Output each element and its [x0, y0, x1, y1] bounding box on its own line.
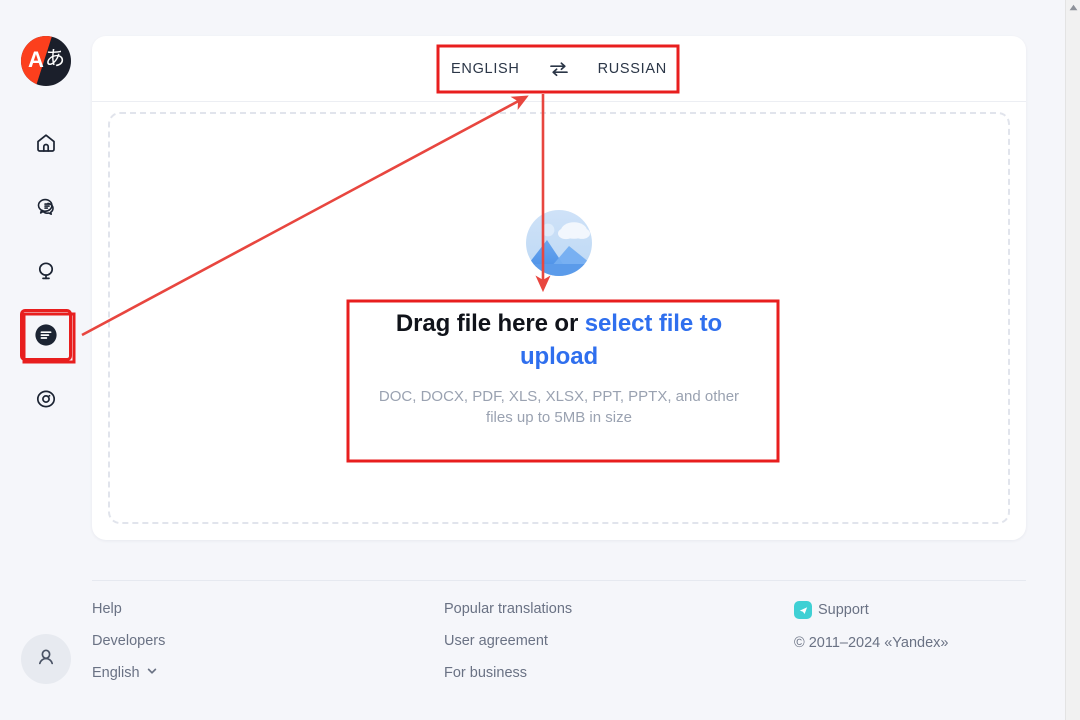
image-landscape-icon	[517, 207, 601, 284]
sidebar-item-document-translation[interactable]	[20, 309, 72, 361]
footer-link-developers[interactable]: Developers	[92, 633, 444, 649]
avatar	[21, 634, 71, 684]
chevron-down-icon	[146, 665, 158, 681]
footer-language-select[interactable]: English	[92, 665, 444, 681]
file-dropzone[interactable]: Drag file here or select file to upload …	[108, 112, 1010, 524]
target-language-button[interactable]: RUSSIAN	[596, 57, 669, 81]
logo-circle: A あ	[21, 36, 71, 86]
logo-japanese-letter: あ	[45, 46, 65, 70]
sidebar-item-home[interactable]	[23, 120, 69, 166]
footer-link-support[interactable]: Support	[794, 601, 1024, 619]
sidebar-item-image-translation[interactable]	[23, 376, 69, 422]
scroll-up-arrow-icon[interactable]	[1066, 0, 1080, 15]
footer-copyright: © 2011–2024 «Yandex»	[794, 635, 949, 651]
account-button[interactable]	[21, 634, 71, 684]
dropzone-title-static: Drag file here or	[395, 310, 585, 338]
globe-site-icon	[34, 259, 58, 283]
logo-latin-letter: A	[28, 47, 44, 72]
footer: Help Developers English Popular translat…	[92, 580, 1026, 681]
app-logo[interactable]: A あ	[21, 36, 71, 86]
footer-column-3: Support © 2011–2024 «Yandex»	[794, 601, 1024, 681]
sidebar-nav	[20, 120, 72, 422]
footer-link-popular-translations[interactable]: Popular translations	[444, 601, 794, 617]
user-avatar-icon	[34, 645, 58, 674]
home-icon	[34, 131, 58, 155]
translation-card: ENGLISH RUSSIAN Drag file here or select…	[92, 36, 1026, 540]
footer-support-label: Support	[818, 602, 869, 618]
sidebar-item-text-translation[interactable]	[23, 184, 69, 230]
document-icon	[33, 322, 59, 348]
footer-link-for-business[interactable]: For business	[444, 665, 794, 681]
language-bar: ENGLISH RUSSIAN	[92, 36, 1026, 102]
page-scrollbar[interactable]	[1065, 0, 1080, 720]
footer-link-user-agreement[interactable]: User agreement	[444, 633, 794, 649]
camera-image-icon	[34, 387, 58, 411]
chat-translate-icon	[34, 195, 58, 219]
support-telegram-icon	[794, 601, 812, 619]
dropzone-subtitle: DOC, DOCX, PDF, XLS, XLSX, PPT, PPTX, an…	[378, 388, 740, 426]
footer-language-label: English	[92, 665, 140, 681]
sidebar-item-site-translation[interactable]	[23, 248, 69, 294]
dropzone-title: Drag file here or select file to upload	[359, 308, 759, 373]
footer-column-2: Popular translations User agreement For …	[444, 601, 794, 681]
source-language-button[interactable]: ENGLISH	[449, 57, 522, 81]
swap-horizontal-icon[interactable]	[548, 59, 570, 79]
footer-link-help[interactable]: Help	[92, 601, 444, 617]
sidebar: A あ	[0, 0, 92, 720]
page-root: A あ ENGLISH RUSSIAN Drag file here or se…	[0, 0, 1080, 720]
footer-column-1: Help Developers English	[92, 601, 444, 681]
